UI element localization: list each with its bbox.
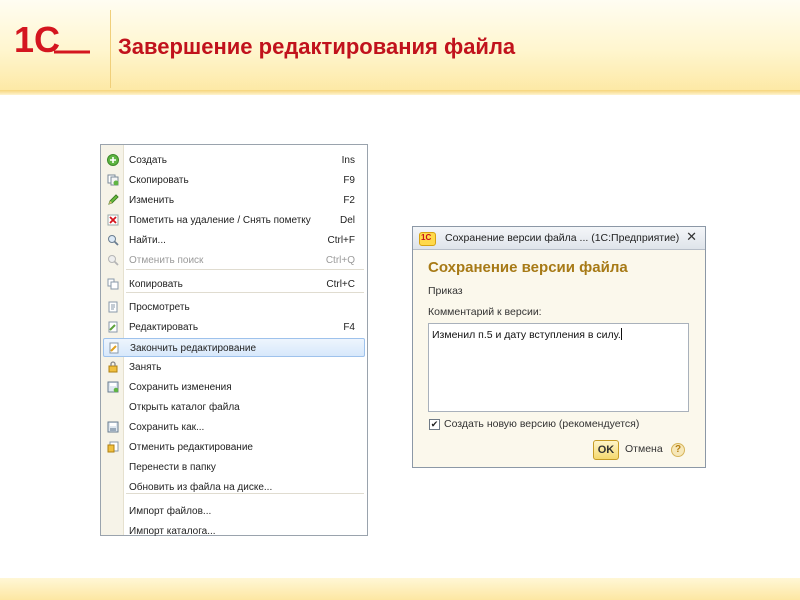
menu-item-label: Сохранить как... <box>129 422 205 433</box>
menu-item-shortcut: Ctrl+F <box>327 235 356 246</box>
save-as-icon <box>107 421 119 433</box>
edit-file-icon <box>107 321 119 333</box>
pencil-icon <box>107 194 119 206</box>
menu-item-shortcut: Del <box>339 215 355 226</box>
menu-item-label: Занять <box>129 362 162 373</box>
file-context-menu: Создать Ins Скопировать F9 Изменить F2 Пометит… <box>100 144 368 537</box>
menu-item-shortcut: Ins <box>341 155 355 166</box>
create-new-version-label[interactable]: Создать новую версию (рекомендуется) <box>444 418 639 430</box>
menu-item[interactable]: Занять <box>103 358 365 377</box>
menu-item-label: Импорт каталога... <box>129 526 216 537</box>
menu-item-shortcut: Ctrl+C <box>326 279 355 290</box>
svg-text:1С: 1С <box>14 19 60 58</box>
cancel-search-icon <box>107 254 119 266</box>
1c-logo: 1С <box>14 19 90 58</box>
menu-item-label: Отменить поиск <box>129 255 204 266</box>
menu-item[interactable]: Отменить редактирование <box>103 438 365 457</box>
copy-icon <box>107 278 119 290</box>
comment-label: Комментарий к версии: <box>428 306 542 318</box>
menu-item[interactable]: Изменить F2 <box>103 191 365 210</box>
ok-button[interactable]: OK <box>593 440 619 460</box>
menu-item-label: Скопировать <box>129 175 189 186</box>
header-divider <box>110 10 111 88</box>
menu-item-label: Просмотреть <box>129 302 190 313</box>
menu-item[interactable]: Найти... Ctrl+F <box>103 231 365 250</box>
menu-item[interactable]: Создать Ins <box>103 151 365 170</box>
menu-item-label: Отменить редактирование <box>129 442 253 453</box>
menu-item-label: Копировать <box>129 279 183 290</box>
search-icon <box>107 234 119 246</box>
menu-item-label: Изменить <box>129 195 175 206</box>
menu-item[interactable]: Отменить поиск Ctrl+Q <box>103 251 365 270</box>
close-icon[interactable]: ✕ <box>686 229 697 245</box>
menu-item[interactable]: Перенести в папку <box>103 458 365 477</box>
dialog-window-title: Сохранение версии файла ... (1С:Предприя… <box>445 232 680 244</box>
save-version-dialog: 1С Сохранение версии файла ... (1С:Предп… <box>412 226 706 468</box>
file-name-label: Приказ <box>428 285 463 297</box>
slide-footer <box>0 578 800 600</box>
menu-separator <box>126 292 364 293</box>
menu-item-label: Открыть каталог файла <box>129 402 240 413</box>
menu-separator <box>126 493 364 494</box>
menu-item[interactable]: Открыть каталог файла <box>103 398 365 417</box>
save-changes-icon <box>107 381 119 393</box>
view-icon <box>107 301 119 313</box>
comment-textarea[interactable]: Изменил п.5 и дату вступления в силу. <box>428 323 689 412</box>
dialog-heading: Сохранение версии файла <box>428 259 628 276</box>
menu-item-label: Импорт файлов... <box>129 506 212 517</box>
add-icon <box>107 154 119 166</box>
menu-item[interactable]: Обновить из файла на диске... <box>103 478 365 497</box>
1c-app-icon: 1С <box>419 232 436 246</box>
menu-item[interactable]: Импорт файлов... <box>103 502 365 521</box>
menu-item[interactable]: Просмотреть <box>103 298 365 317</box>
help-button[interactable]: ? <box>671 443 685 457</box>
menu-item-label: Пометить на удаление / Снять пометку <box>129 215 311 226</box>
menu-item-label: Закончить редактирование <box>130 343 257 354</box>
delete-mark-icon <box>107 214 119 226</box>
menu-item-label: Перенести в папку <box>129 462 216 473</box>
lock-icon <box>107 361 119 373</box>
menu-item-label: Редактировать <box>129 322 199 333</box>
menu-item[interactable]: Пометить на удаление / Снять пометку Del <box>103 211 365 230</box>
menu-item-label: Создать <box>129 155 168 166</box>
comment-text: Изменил п.5 и дату вступления в силу. <box>432 329 621 341</box>
finish-edit-icon <box>108 342 120 354</box>
menu-item-label: Обновить из файла на диске... <box>129 482 273 493</box>
copy-item-icon <box>107 174 119 186</box>
menu-item[interactable]: Редактировать F4 <box>103 318 365 337</box>
app-icon-text: 1С <box>421 233 432 242</box>
create-new-version-checkbox[interactable]: ✔ <box>429 419 440 430</box>
menu-separator <box>126 269 364 270</box>
dialog-titlebar[interactable]: 1С Сохранение версии файла ... (1С:Предп… <box>413 227 705 250</box>
menu-item-shortcut: Ctrl+Q <box>325 255 355 266</box>
menu-item[interactable]: Сохранить изменения <box>103 378 365 397</box>
menu-item[interactable]: Импорт каталога... <box>103 522 365 541</box>
text-caret <box>620 328 622 340</box>
cancel-edit-icon <box>107 441 119 453</box>
menu-item-label: Сохранить изменения <box>129 382 232 393</box>
menu-item[interactable]: Скопировать F9 <box>103 171 365 190</box>
menu-item-shortcut: F4 <box>343 322 355 333</box>
menu-item-shortcut: F2 <box>343 195 355 206</box>
cancel-button[interactable]: Отмена <box>625 443 663 455</box>
menu-item-label: Найти... <box>129 235 166 246</box>
menu-item-shortcut: F9 <box>343 175 355 186</box>
menu-item[interactable]: Закончить редактирование <box>103 338 365 357</box>
slide-title: Завершение редактирования файла <box>118 34 516 59</box>
header-rule <box>0 90 800 95</box>
menu-item[interactable]: Сохранить как... <box>103 418 365 437</box>
